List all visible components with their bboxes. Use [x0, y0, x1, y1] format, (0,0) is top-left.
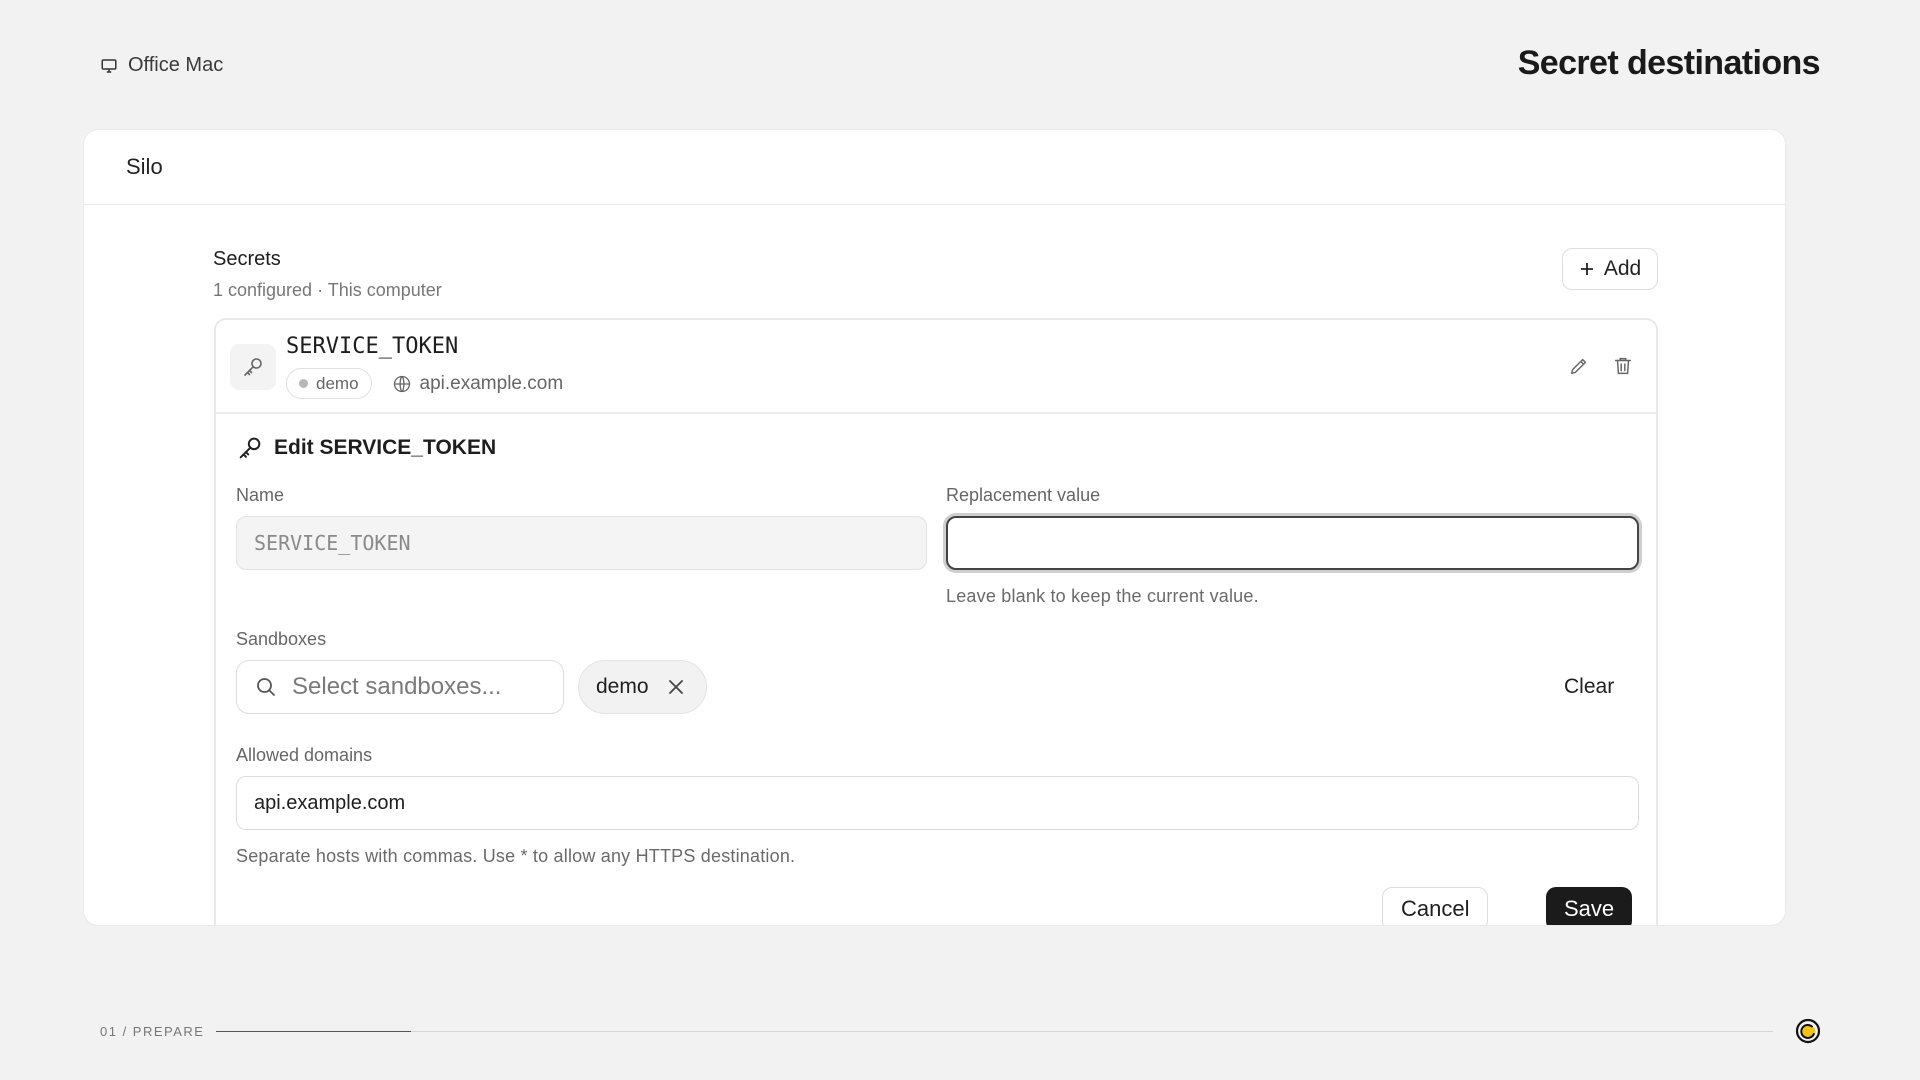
replacement-hint: Leave blank to keep the current value.	[946, 586, 1259, 606]
save-button[interactable]: Save	[1546, 887, 1633, 925]
sandboxes-search-input[interactable]: Select sandboxes...	[236, 660, 564, 714]
window-header: Silo	[84, 130, 1785, 205]
device-label: Office Mac	[100, 54, 223, 77]
allowed-domains-input[interactable]: api.example.com	[236, 776, 1639, 830]
clear-sandboxes-button[interactable]: Clear	[1564, 675, 1614, 699]
section-subtitle: 1 configured · This computer	[213, 280, 442, 300]
domains-hint: Separate hosts with commas. Use * to all…	[236, 846, 796, 866]
sandbox-badge: demo	[286, 368, 372, 399]
secrets-section-header: Secrets 1 configured · This computer Add	[213, 248, 1658, 301]
sandboxes-placeholder: Select sandboxes...	[292, 673, 502, 700]
secret-domain: api.example.com	[392, 372, 564, 395]
sandbox-badge-label: demo	[316, 373, 359, 393]
progress-fill	[216, 1031, 411, 1032]
edit-panel-title: Edit SERVICE_TOKEN	[236, 434, 496, 462]
monitor-icon	[101, 58, 117, 73]
section-title: Secrets	[213, 248, 281, 270]
brand-logo-icon	[1795, 1018, 1821, 1044]
plus-icon	[1580, 263, 1593, 275]
key-icon	[244, 358, 262, 376]
name-field: SERVICE_TOKEN	[236, 516, 927, 570]
replacement-value-input[interactable]	[946, 516, 1639, 570]
search-icon	[257, 678, 275, 696]
secret-meta: demo api.example.com	[286, 368, 563, 399]
sandbox-chip: demo	[578, 660, 707, 714]
device-name: Office Mac	[128, 54, 224, 76]
secret-name: SERVICE_TOKEN	[286, 334, 459, 359]
app-window: Silo Secrets 1 configured · This compute…	[84, 130, 1785, 925]
key-icon	[239, 437, 261, 459]
domains-label: Allowed domains	[236, 745, 373, 765]
step-indicator: 01 / PREPARE	[100, 1024, 205, 1039]
add-secret-button[interactable]: Add	[1562, 248, 1658, 290]
secret-card: SERVICE_TOKEN demo api.example.com Edit …	[214, 318, 1658, 925]
secret-domain-label: api.example.com	[419, 372, 564, 394]
secret-row[interactable]: SERVICE_TOKEN demo api.example.com	[216, 320, 1656, 414]
name-label: Name	[236, 485, 285, 505]
secret-key-tile	[230, 344, 276, 390]
status-dot-icon	[299, 379, 308, 388]
replacement-label: Replacement value	[946, 485, 1101, 505]
add-button-label: Add	[1603, 257, 1642, 280]
close-icon[interactable]	[667, 678, 685, 696]
window-title: Silo	[126, 154, 163, 179]
page-title: Secret destinations	[1517, 44, 1821, 82]
trash-icon[interactable]	[1612, 355, 1634, 377]
sandbox-chip-label: demo	[596, 675, 649, 698]
pencil-icon[interactable]	[1568, 355, 1590, 377]
progress-track	[216, 1031, 1773, 1032]
sandboxes-label: Sandboxes	[236, 629, 327, 649]
cancel-button[interactable]: Cancel	[1382, 887, 1489, 925]
globe-icon	[393, 375, 410, 392]
edit-title-text: Edit SERVICE_TOKEN	[274, 436, 497, 459]
row-actions	[1568, 355, 1634, 377]
